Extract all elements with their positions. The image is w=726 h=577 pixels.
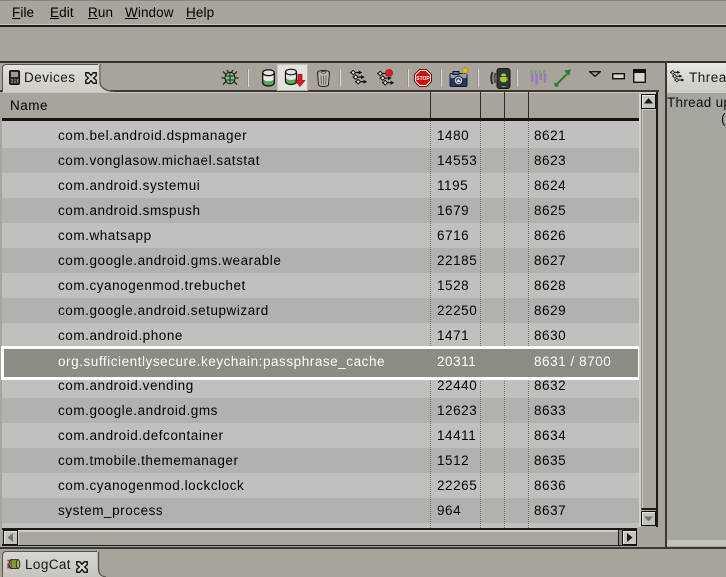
svg-text:STOP: STOP (416, 76, 430, 82)
